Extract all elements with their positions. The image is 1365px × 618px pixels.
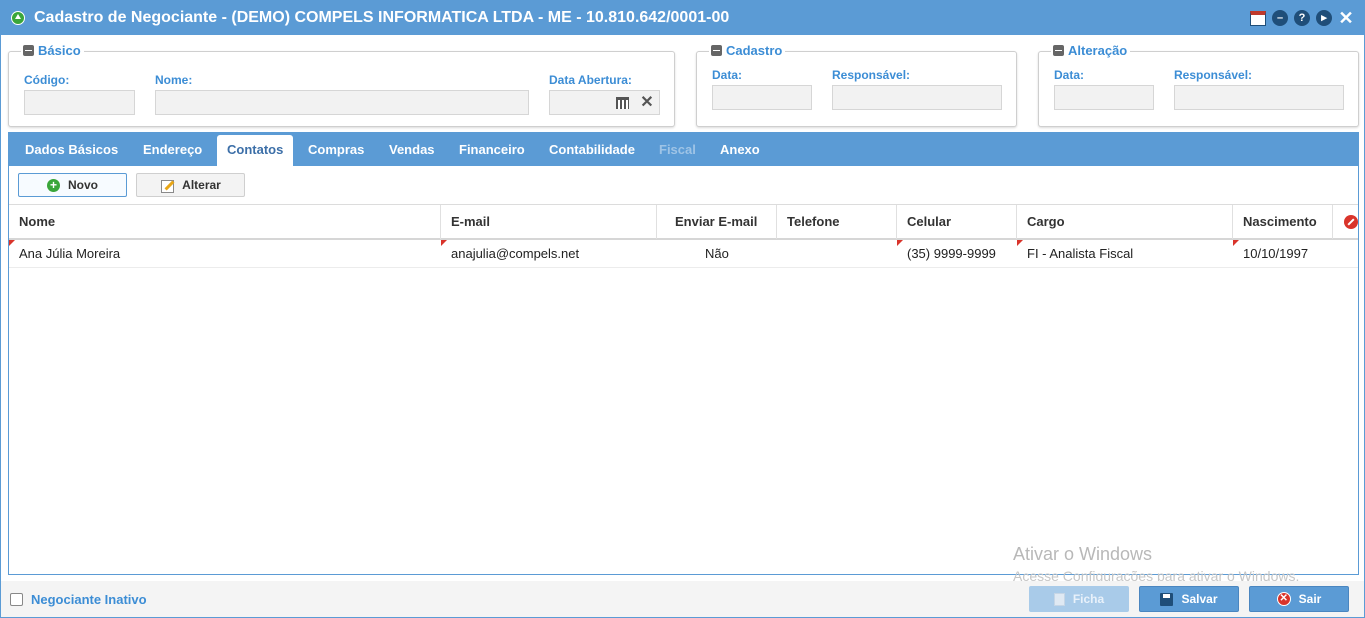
salvar-button[interactable]: Salvar: [1139, 586, 1239, 612]
edit-icon: [160, 179, 175, 193]
calendar-picker-icon[interactable]: [609, 91, 635, 114]
app-icon: [11, 11, 25, 25]
collapse-icon[interactable]: [23, 45, 34, 56]
column-header-nascimento[interactable]: Nascimento: [1233, 205, 1333, 239]
required-flag-icon: [9, 240, 15, 246]
novo-button[interactable]: + Novo: [18, 173, 127, 197]
column-header-nome[interactable]: Nome: [9, 205, 441, 239]
sair-button-label: Sair: [1298, 592, 1322, 606]
alteracao-responsavel-field: [1174, 85, 1344, 110]
cell-cargo-text: FI - Analista Fiscal: [1027, 246, 1134, 261]
cell-celular: (35) 9999-9999: [897, 240, 1017, 267]
cell-nome: Ana Júlia Moreira: [9, 240, 441, 267]
required-flag-icon: [897, 240, 903, 246]
alteracao-responsavel-label: Responsável:: [1174, 68, 1253, 82]
cell-cargo: FI - Analista Fiscal: [1017, 240, 1233, 267]
remove-icon[interactable]: [1344, 215, 1358, 229]
tab-contabilidade[interactable]: Contabilidade: [539, 135, 645, 166]
column-header-cargo[interactable]: Cargo: [1017, 205, 1233, 239]
collapse-icon[interactable]: [1053, 45, 1064, 56]
calendar-icon[interactable]: [1250, 10, 1266, 26]
cadastro-responsavel-label: Responsável:: [832, 68, 911, 82]
sair-button[interactable]: ✕ Sair: [1249, 586, 1349, 612]
tab-financeiro[interactable]: Financeiro: [449, 135, 535, 166]
clear-date-icon[interactable]: ✕: [635, 91, 659, 114]
alteracao-data-label: Data:: [1054, 68, 1085, 82]
alterar-button[interactable]: Alterar: [136, 173, 245, 197]
add-icon: +: [47, 178, 60, 192]
required-flag-icon: [1017, 240, 1023, 246]
save-icon: [1160, 592, 1174, 606]
cell-celular-text: (35) 9999-9999: [907, 246, 996, 261]
tab-bar: Dados Básicos Endereço Contatos Compras …: [8, 132, 1359, 166]
alteracao-legend-label: Alteração: [1068, 43, 1128, 58]
column-header-celular[interactable]: Celular: [897, 205, 1017, 239]
cadastro-group: Cadastro Data: Responsável:: [696, 43, 1017, 127]
column-header-telefone[interactable]: Telefone: [777, 205, 897, 239]
tab-endereco[interactable]: Endereço: [133, 135, 212, 166]
minimize-icon[interactable]: –: [1272, 10, 1288, 26]
tab-dados-basicos[interactable]: Dados Básicos: [15, 135, 128, 166]
cadastro-responsavel-field: [832, 85, 1002, 110]
ficha-button-label: Ficha: [1072, 592, 1105, 606]
tab-fiscal: Fiscal: [659, 142, 696, 157]
tab-contatos[interactable]: Contatos: [217, 135, 294, 166]
required-flag-icon: [1233, 240, 1239, 246]
alteracao-legend[interactable]: Alteração: [1051, 43, 1131, 58]
salvar-button-label: Salvar: [1181, 592, 1218, 606]
negociante-inativo-checkbox[interactable]: [10, 593, 23, 606]
collapse-icon[interactable]: [711, 45, 722, 56]
column-header-email[interactable]: E-mail: [441, 205, 657, 239]
basico-legend[interactable]: Básico: [21, 43, 84, 58]
windows-watermark-title: Ativar o Windows: [1013, 544, 1153, 564]
data-abertura-label: Data Abertura:: [549, 73, 632, 87]
negociante-inativo-label[interactable]: Negociante Inativo: [31, 592, 147, 607]
codigo-label: Código:: [24, 73, 70, 87]
contatos-grid: Nome E-mail Enviar E-mail Telefone Celul…: [9, 204, 1358, 268]
tab-compras[interactable]: Compras: [298, 135, 374, 166]
close-icon[interactable]: ✕: [1338, 9, 1354, 27]
cell-nome-text: Ana Júlia Moreira: [19, 246, 121, 261]
title-bar: Cadastro de Negociante - (DEMO) COMPELS …: [1, 1, 1364, 35]
title-bar-icons: – ? ▸ ✕: [1250, 9, 1354, 27]
nome-label: Nome:: [155, 73, 193, 87]
tab-vendas[interactable]: Vendas: [379, 135, 445, 166]
cadastro-legend-label: Cadastro: [726, 43, 783, 58]
next-icon[interactable]: ▸: [1316, 10, 1332, 26]
grid-header: Nome E-mail Enviar E-mail Telefone Celul…: [9, 204, 1358, 240]
cell-nascimento: 10/10/1997: [1233, 240, 1333, 267]
cell-enviar-email: Não: [705, 246, 729, 261]
cell-email-text: anajulia@compels.net: [451, 246, 580, 261]
alteracao-data-field: [1054, 85, 1154, 110]
cell-telefone: [777, 240, 897, 267]
cell-email: anajulia@compels.net: [441, 240, 657, 267]
cadastro-legend[interactable]: Cadastro: [709, 43, 786, 58]
alterar-button-label: Alterar: [182, 178, 221, 192]
column-header-enviar-email[interactable]: Enviar E-mail: [657, 205, 777, 239]
cadastro-data-field: [712, 85, 812, 110]
novo-button-label: Novo: [68, 178, 98, 192]
tab-anexo[interactable]: Anexo: [710, 135, 770, 166]
cell-nascimento-text: 10/10/1997: [1243, 246, 1309, 261]
help-icon[interactable]: ?: [1294, 10, 1310, 26]
basico-group: Básico Código: Nome: Data Abertura: ✕: [8, 43, 675, 127]
exit-icon: ✕: [1276, 592, 1291, 606]
window-title: Cadastro de Negociante - (DEMO) COMPELS …: [34, 9, 730, 26]
date-buttons: ✕: [609, 91, 659, 114]
negociante-window: Cadastro de Negociante - (DEMO) COMPELS …: [0, 0, 1365, 618]
contatos-panel: + Novo Alterar Nome E-mail Enviar E-mail…: [8, 166, 1359, 575]
footer-bar: Negociante Inativo Ficha Salvar ✕ Sair: [1, 581, 1364, 617]
data-abertura-field[interactable]: ✕: [549, 90, 660, 115]
codigo-field[interactable]: [24, 90, 135, 115]
nome-field[interactable]: [155, 90, 529, 115]
required-flag-icon: [441, 240, 447, 246]
table-row[interactable]: Ana Júlia Moreira anajulia@compels.net N…: [9, 240, 1358, 268]
cadastro-data-label: Data:: [712, 68, 743, 82]
clipboard-icon: [1053, 592, 1065, 606]
ficha-button: Ficha: [1029, 586, 1129, 612]
basico-legend-label: Básico: [38, 43, 81, 58]
alteracao-group: Alteração Data: Responsável:: [1038, 43, 1359, 127]
